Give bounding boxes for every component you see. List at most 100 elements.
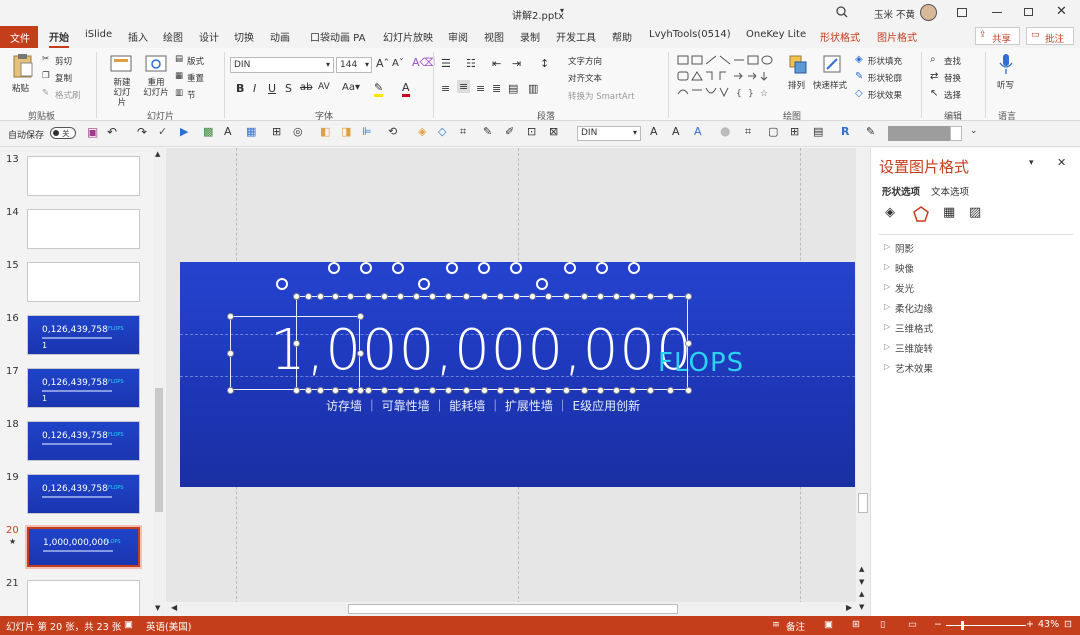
comments-button[interactable]: ▭ 批注 bbox=[1026, 27, 1074, 45]
notes-icon[interactable]: ≡ bbox=[772, 619, 780, 630]
clear-format-icon[interactable]: A⌫ bbox=[412, 56, 435, 69]
rotate-handle-icon[interactable] bbox=[536, 278, 548, 290]
notes-button[interactable]: 备注 bbox=[786, 619, 805, 633]
cut-button[interactable]: 剪切 bbox=[55, 55, 72, 67]
shape-effects-icon[interactable]: ◇ bbox=[855, 88, 863, 99]
resize-handle[interactable] bbox=[397, 293, 404, 300]
search-icon[interactable] bbox=[836, 6, 848, 18]
slide-thumbnail[interactable]: 0,126,439,758 FLOPS 1 bbox=[27, 315, 140, 355]
shape-outline-button[interactable]: 形状轮廓 bbox=[868, 72, 902, 84]
resize-handle[interactable] bbox=[317, 293, 324, 300]
tab-draw[interactable]: 绘图 bbox=[163, 29, 183, 44]
fill-icon[interactable]: ◈ bbox=[418, 125, 426, 138]
slide[interactable]: 1,000,000,000 FLOPS 访存墙 ｜ 可靠性墙 ｜ 能耗墙 ｜ 扩… bbox=[180, 262, 855, 487]
qat-circle-icon[interactable]: ● bbox=[720, 124, 730, 138]
resize-handle[interactable] bbox=[685, 293, 692, 300]
outline-icon[interactable]: ◇ bbox=[438, 125, 446, 138]
arrange-icon[interactable] bbox=[788, 54, 808, 76]
resize-handle[interactable] bbox=[629, 387, 636, 394]
resize-handle[interactable] bbox=[332, 387, 339, 394]
format-section-item[interactable]: 映像 bbox=[895, 261, 914, 275]
tab-design[interactable]: 设计 bbox=[199, 29, 219, 44]
qat-customize-icon[interactable]: ⌄ bbox=[970, 126, 978, 136]
qat-crop2-icon[interactable]: ⌗ bbox=[745, 125, 751, 139]
grow-font-icon[interactable]: Aˆ bbox=[376, 57, 389, 70]
tab-lvyhtools[interactable]: LvyhTools(0514) bbox=[649, 29, 731, 40]
rotate-handle-icon[interactable] bbox=[360, 262, 372, 274]
thumbnails-scrollbar[interactable]: ▲ ▼ bbox=[153, 148, 165, 616]
fill-line-icon[interactable]: ◈ bbox=[885, 205, 895, 220]
resize-handle[interactable] bbox=[647, 293, 654, 300]
format-painter-button[interactable]: 格式刷 bbox=[55, 89, 81, 101]
reset-icon[interactable]: ▦ bbox=[175, 71, 183, 81]
send-backward-icon[interactable]: ◨ bbox=[341, 125, 351, 138]
resize-handle[interactable] bbox=[365, 293, 372, 300]
resize-handle[interactable] bbox=[429, 387, 436, 394]
shape-effects-button[interactable]: 形状效果 bbox=[868, 89, 902, 101]
columns-icon[interactable]: ▥ bbox=[528, 82, 538, 95]
avatar[interactable] bbox=[920, 4, 937, 21]
rotate-handle-icon[interactable] bbox=[276, 278, 288, 290]
slide-canvas[interactable]: 1,000,000,000 FLOPS 访存墙 ｜ 可靠性墙 ｜ 能耗墙 ｜ 扩… bbox=[166, 148, 856, 604]
expand-arrow-icon[interactable]: ▷ bbox=[884, 342, 890, 351]
grid-icon[interactable]: ⊞ bbox=[272, 125, 281, 138]
slide-subtitle[interactable]: 访存墙 ｜ 可靠性墙 ｜ 能耗墙 ｜ 扩展性墙 ｜ E级应用创新 bbox=[326, 397, 640, 414]
rotate-handle-icon[interactable] bbox=[418, 278, 430, 290]
resize-handle[interactable] bbox=[685, 387, 692, 394]
smartart-button[interactable]: 转换为 SmartArt bbox=[568, 90, 635, 102]
text-frame-icon[interactable]: ⊠ bbox=[549, 125, 558, 138]
resize-handle[interactable] bbox=[581, 387, 588, 394]
expand-arrow-icon[interactable]: ▷ bbox=[884, 242, 890, 251]
qat-font-select[interactable]: DIN ▾ bbox=[577, 126, 641, 141]
tab-pocket-animation[interactable]: 口袋动画 PA bbox=[310, 29, 365, 44]
pane-close-icon[interactable]: ✕ bbox=[1057, 156, 1066, 169]
bold-icon[interactable]: B bbox=[236, 82, 244, 95]
spellcheck-icon[interactable]: ✓ bbox=[158, 125, 167, 138]
resize-handle[interactable] bbox=[497, 293, 504, 300]
resize-handle[interactable] bbox=[513, 293, 520, 300]
layout-button[interactable]: 版式 bbox=[187, 55, 204, 67]
resize-handle[interactable] bbox=[613, 293, 620, 300]
resize-handle[interactable] bbox=[463, 293, 470, 300]
align-left-icon[interactable]: ≡ bbox=[441, 82, 450, 95]
tab-file[interactable]: 文件 bbox=[0, 26, 38, 48]
tab-islide[interactable]: iSlide bbox=[85, 29, 112, 40]
resize-handle[interactable] bbox=[305, 293, 312, 300]
slide-counter[interactable]: 幻灯片 第 20 张，共 23 张 bbox=[6, 619, 121, 633]
copy-icon[interactable]: ❐ bbox=[42, 71, 50, 81]
autosave-toggle[interactable]: 关 bbox=[50, 127, 76, 139]
resize-handle[interactable] bbox=[581, 293, 588, 300]
rotate-handle-icon[interactable] bbox=[596, 262, 608, 274]
resize-handle[interactable] bbox=[397, 387, 404, 394]
resize-handle[interactable] bbox=[357, 313, 364, 320]
format-section-item[interactable]: 阴影 bbox=[895, 241, 914, 255]
bring-forward-icon[interactable]: ◧ bbox=[320, 125, 330, 138]
language-label[interactable]: 英语(美国) bbox=[146, 619, 191, 633]
resize-handle[interactable] bbox=[513, 387, 520, 394]
zoom-in-icon[interactable]: + bbox=[1026, 619, 1034, 630]
qat-color-swatch[interactable] bbox=[888, 126, 950, 141]
resize-handle[interactable] bbox=[481, 387, 488, 394]
resize-handle[interactable] bbox=[357, 350, 364, 357]
resize-handle[interactable] bbox=[685, 340, 692, 347]
picture-icon[interactable]: ▩ bbox=[203, 125, 213, 138]
rotate-handle-icon[interactable] bbox=[478, 262, 490, 274]
resize-handle[interactable] bbox=[481, 293, 488, 300]
qat-grid2-icon[interactable]: ⊞ bbox=[790, 125, 799, 138]
resize-handle[interactable] bbox=[667, 387, 674, 394]
rotate-icon[interactable]: ⟲ bbox=[388, 125, 397, 138]
shrink-font-icon[interactable]: Aˇ bbox=[392, 58, 404, 69]
distributed-icon[interactable]: ▤ bbox=[508, 82, 518, 95]
qat-frame-icon[interactable]: ▢ bbox=[768, 125, 778, 138]
expand-arrow-icon[interactable]: ▷ bbox=[884, 282, 890, 291]
resize-handle[interactable] bbox=[597, 293, 604, 300]
quick-styles-button[interactable]: 快速样式 bbox=[813, 79, 847, 91]
slideshow-icon[interactable]: ▶ bbox=[180, 125, 188, 138]
resize-handle[interactable] bbox=[293, 387, 300, 394]
select-icon[interactable]: ↖ bbox=[930, 88, 938, 99]
shape-outline-icon[interactable]: ✎ bbox=[855, 71, 863, 82]
rotate-handle-icon[interactable] bbox=[564, 262, 576, 274]
normal-view-icon[interactable]: ▣ bbox=[824, 619, 833, 630]
resize-handle[interactable] bbox=[357, 387, 364, 394]
numbering-icon[interactable]: ☷ bbox=[466, 57, 476, 70]
